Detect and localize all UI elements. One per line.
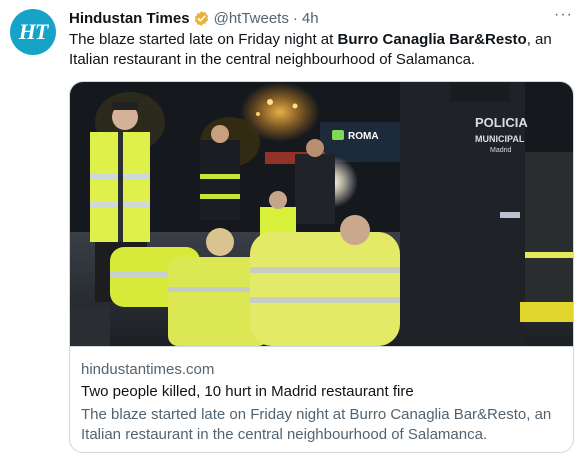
- shop-sign-roma: ROMA: [348, 131, 379, 142]
- more-options-icon[interactable]: ···: [554, 6, 573, 24]
- tweet-text-bold-venue: Burro Canaglia Bar&Resto: [337, 31, 527, 48]
- author-display-name[interactable]: Hindustan Times: [69, 10, 190, 27]
- tweet-text-part-1: The blaze started late on Friday night a…: [69, 31, 338, 48]
- tweet-timestamp[interactable]: 4h: [302, 10, 319, 27]
- card-info[interactable]: hindustantimes.com Two people killed, 10…: [70, 346, 573, 452]
- tweet[interactable]: HT Hindustan Times @htTweets · 4h ··· Th…: [0, 0, 585, 461]
- police-text-line3: Madrid: [490, 147, 512, 154]
- card-description: The blaze started late on Friday night a…: [81, 406, 552, 443]
- gold-verified-badge-icon[interactable]: [193, 10, 210, 27]
- tweet-header: Hindustan Times @htTweets · 4h ···: [69, 6, 573, 28]
- header-separator: ·: [292, 9, 298, 27]
- author-avatar[interactable]: HT: [10, 9, 56, 55]
- author-handle[interactable]: @htTweets: [214, 10, 289, 27]
- link-card[interactable]: ROMA POLICIA MUNICIPAL Madrid hindustant…: [69, 81, 574, 453]
- card-title[interactable]: Two people killed, 10 hurt in Madrid res…: [81, 383, 414, 400]
- card-domain[interactable]: hindustantimes.com: [81, 361, 214, 378]
- card-image-emergency-scene[interactable]: ROMA POLICIA MUNICIPAL Madrid: [70, 82, 573, 346]
- police-text-line2: MUNICIPAL: [475, 134, 525, 144]
- police-text-line1: POLICIA: [475, 115, 528, 130]
- tweet-text: The blaze started late on Friday night a…: [69, 30, 574, 70]
- avatar-logo-text: HT: [18, 19, 49, 44]
